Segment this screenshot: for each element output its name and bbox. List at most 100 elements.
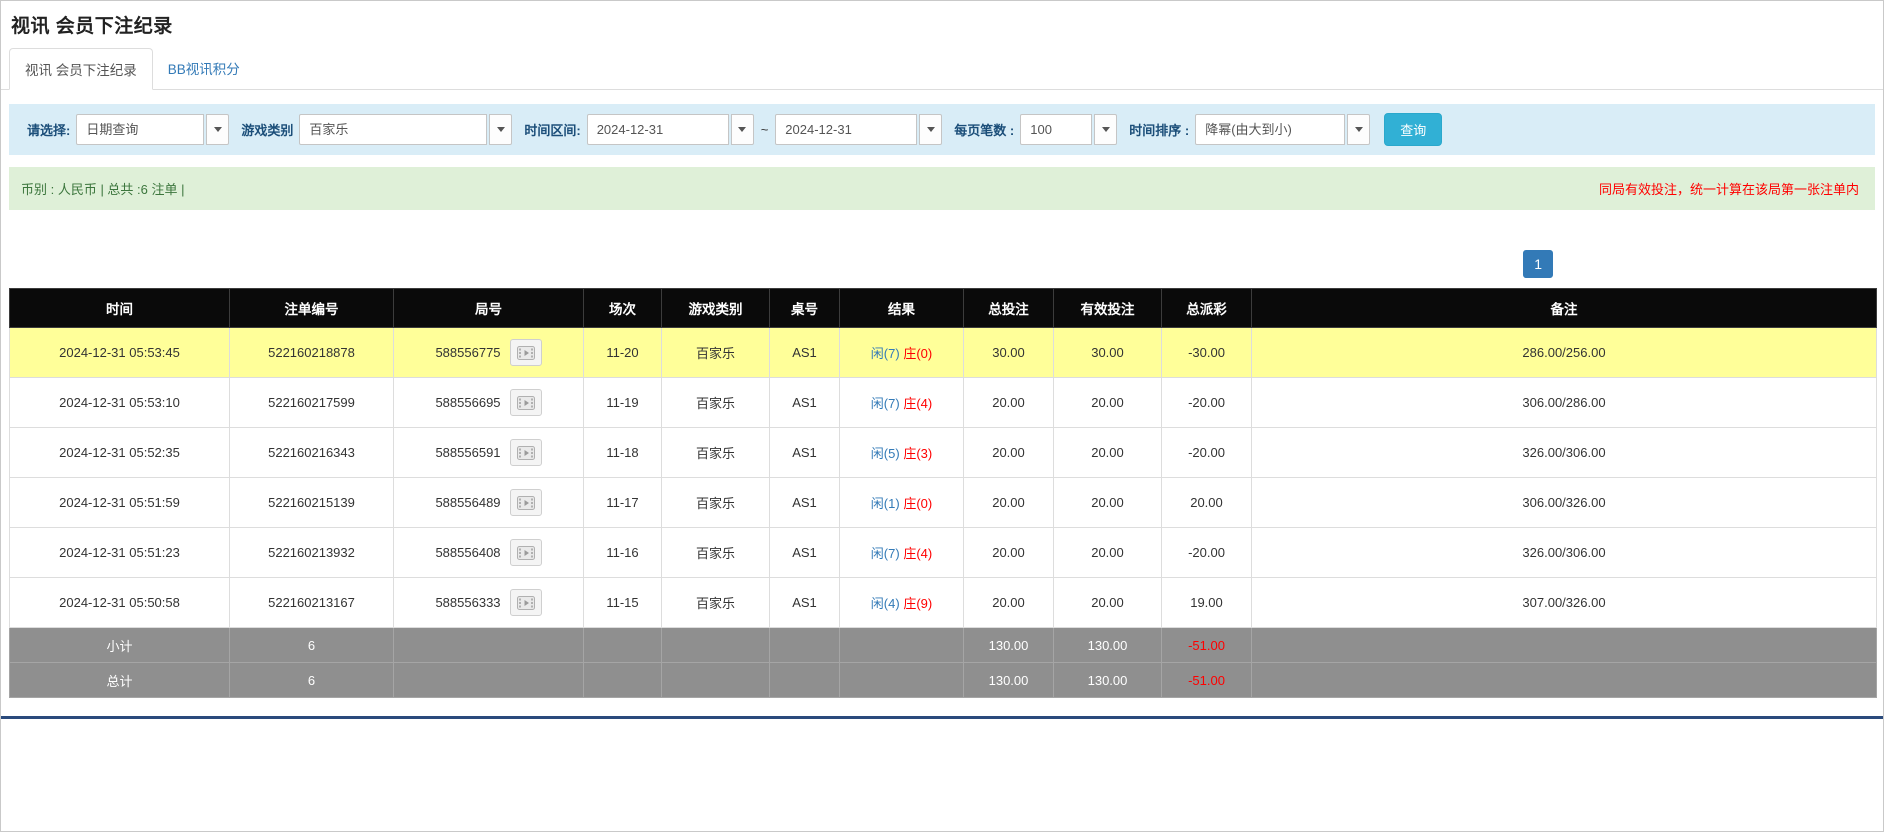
cell-bet-id: 522160218878 [230, 328, 394, 378]
table-row: 2024-12-31 05:52:35 522160216343 5885565… [10, 428, 1877, 478]
result-player: 闲(7) [871, 546, 900, 561]
page-size-caret-button[interactable] [1094, 114, 1117, 145]
cell-remark: 286.00/256.00 [1252, 328, 1877, 378]
subtotal-payout: -51.00 [1162, 628, 1252, 663]
round-id-text: 588556489 [435, 495, 500, 510]
page-title: 视讯 会员下注纪录 [1, 1, 1883, 46]
cell-session: 11-20 [584, 328, 662, 378]
chevron-down-icon [1102, 127, 1110, 132]
game-type-label: 游戏类别 [241, 120, 293, 139]
sort-order-value[interactable]: 降幂(由大到小) [1195, 114, 1345, 145]
currency-summary-text: 币别 : 人民币 | 总共 :6 注单 | [21, 179, 185, 198]
header-round-id: 局号 [394, 289, 584, 328]
cell-total-bet[interactable]: 20.00 [964, 378, 1054, 428]
footer-empty-cell [1252, 663, 1877, 698]
cell-session: 11-19 [584, 378, 662, 428]
replay-video-button[interactable] [510, 589, 542, 616]
date-from-caret-button[interactable] [731, 114, 754, 145]
cell-total-bet[interactable]: 20.00 [964, 428, 1054, 478]
date-range-separator: ~ [761, 122, 769, 137]
replay-video-button[interactable] [510, 539, 542, 566]
header-remark: 备注 [1252, 289, 1877, 328]
cell-round-id: 588556333 [394, 578, 584, 628]
total-valid-bet: 130.00 [1054, 663, 1162, 698]
total-payout: -51.00 [1162, 663, 1252, 698]
cell-total-bet[interactable]: 20.00 [964, 478, 1054, 528]
subtotal-row: 小计 6 130.00 130.00 -51.00 [10, 628, 1877, 663]
cell-payout: -30.00 [1162, 328, 1252, 378]
cell-game-type: 百家乐 [662, 378, 770, 428]
cell-total-bet[interactable]: 20.00 [964, 528, 1054, 578]
result-player: 闲(7) [871, 396, 900, 411]
page-size-input[interactable] [1020, 114, 1092, 145]
time-range-label: 时间区间: [524, 120, 580, 139]
page-size-label: 每页笔数 : [954, 120, 1014, 139]
replay-video-button[interactable] [510, 439, 542, 466]
query-type-select[interactable]: 日期查询 [76, 114, 229, 145]
total-count: 6 [230, 663, 394, 698]
cell-session: 11-15 [584, 578, 662, 628]
tab-betting-records[interactable]: 视讯 会员下注纪录 [9, 48, 153, 90]
cell-time: 2024-12-31 05:52:35 [10, 428, 230, 478]
replay-video-button[interactable] [510, 389, 542, 416]
bottom-divider [1, 716, 1883, 719]
cell-total-bet[interactable]: 30.00 [964, 328, 1054, 378]
total-total-bet: 130.00 [964, 663, 1054, 698]
total-row: 总计 6 130.00 130.00 -51.00 [10, 663, 1877, 698]
header-valid-bet: 有效投注 [1054, 289, 1162, 328]
chevron-down-icon [497, 127, 505, 132]
cell-time: 2024-12-31 05:53:45 [10, 328, 230, 378]
sort-order-caret-button[interactable] [1347, 114, 1370, 145]
cell-round-id: 588556775 [394, 328, 584, 378]
betting-records-table: 时间 注单编号 局号 场次 游戏类别 桌号 结果 总投注 有效投注 总派彩 备注… [9, 288, 1877, 698]
result-banker: 庄(4) [903, 396, 932, 411]
replay-video-button[interactable] [510, 489, 542, 516]
pagination-page-1[interactable]: 1 [1523, 250, 1553, 278]
game-type-caret-button[interactable] [489, 114, 512, 145]
subtotal-label: 小计 [10, 628, 230, 663]
cell-remark: 326.00/306.00 [1252, 428, 1877, 478]
footer-empty-cell [770, 663, 840, 698]
footer-empty-cell [770, 628, 840, 663]
cell-valid-bet: 20.00 [1054, 478, 1162, 528]
subtotal-count: 6 [230, 628, 394, 663]
film-replay-icon [517, 346, 535, 360]
result-banker: 庄(4) [903, 546, 932, 561]
cell-valid-bet: 20.00 [1054, 428, 1162, 478]
footer-empty-cell [394, 663, 584, 698]
cell-valid-bet: 20.00 [1054, 528, 1162, 578]
date-to-input[interactable] [775, 114, 917, 145]
sort-order-select[interactable]: 降幂(由大到小) [1195, 114, 1370, 145]
query-type-value[interactable]: 日期查询 [76, 114, 204, 145]
cell-table-no: AS1 [770, 328, 840, 378]
search-button[interactable]: 查询 [1384, 113, 1442, 146]
game-type-select[interactable]: 百家乐 [299, 114, 512, 145]
cell-remark: 306.00/326.00 [1252, 478, 1877, 528]
result-banker: 庄(9) [903, 596, 932, 611]
chevron-down-icon [927, 127, 935, 132]
cell-table-no: AS1 [770, 378, 840, 428]
chevron-down-icon [738, 127, 746, 132]
date-to-caret-button[interactable] [919, 114, 942, 145]
cell-payout: -20.00 [1162, 428, 1252, 478]
tab-bb-points[interactable]: BB视讯积分 [153, 48, 255, 90]
footer-empty-cell [584, 663, 662, 698]
replay-video-button[interactable] [510, 339, 542, 366]
cell-payout: -20.00 [1162, 378, 1252, 428]
cell-result: 闲(7) 庄(4) [840, 378, 964, 428]
subtotal-valid-bet: 130.00 [1054, 628, 1162, 663]
cell-result: 闲(4) 庄(9) [840, 578, 964, 628]
round-id-text: 588556333 [435, 595, 500, 610]
cell-remark: 306.00/286.00 [1252, 378, 1877, 428]
query-type-caret-button[interactable] [206, 114, 229, 145]
header-bet-id: 注单编号 [230, 289, 394, 328]
footer-empty-cell [1252, 628, 1877, 663]
cell-result: 闲(7) 庄(0) [840, 328, 964, 378]
game-type-value[interactable]: 百家乐 [299, 114, 487, 145]
table-row: 2024-12-31 05:51:23 522160213932 5885564… [10, 528, 1877, 578]
cell-total-bet[interactable]: 20.00 [964, 578, 1054, 628]
cell-time: 2024-12-31 05:51:59 [10, 478, 230, 528]
header-session: 场次 [584, 289, 662, 328]
date-from-input[interactable] [587, 114, 729, 145]
film-replay-icon [517, 396, 535, 410]
